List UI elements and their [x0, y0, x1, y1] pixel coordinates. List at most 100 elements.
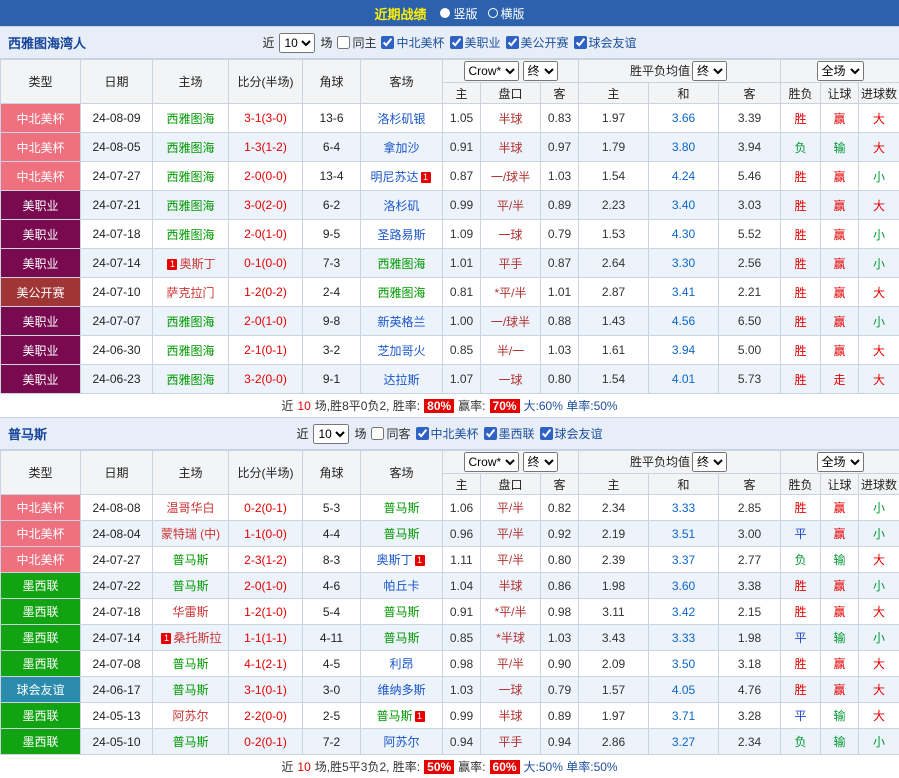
- home-team[interactable]: 西雅图海: [153, 220, 229, 249]
- league-filter-checkbox[interactable]: 中北美杯: [416, 425, 479, 442]
- handicap-stage-select[interactable]: 终: [523, 61, 558, 81]
- away-team[interactable]: 奥斯丁1: [361, 547, 443, 573]
- avg-odds-controls: 胜平负均值终: [579, 60, 781, 83]
- away-team[interactable]: 洛杉矶: [361, 191, 443, 220]
- handicap-rate-label: 赢率:: [458, 397, 485, 414]
- match-row: 中北美杯 24-07-27 西雅图海 2-0(0-0) 13-4 明尼苏达1 0…: [1, 162, 899, 191]
- checkbox[interactable]: [506, 36, 519, 49]
- match-score: 4-1(2-1): [229, 651, 303, 677]
- league-filter-checkbox[interactable]: 球会友谊: [540, 425, 603, 442]
- result-wdl: 平: [781, 625, 821, 651]
- home-team[interactable]: 西雅图海: [153, 336, 229, 365]
- avg-stage-select[interactable]: 终: [692, 452, 727, 472]
- home-team[interactable]: 西雅图海: [153, 104, 229, 133]
- home-team[interactable]: 1奥斯丁: [153, 249, 229, 278]
- away-team[interactable]: 阿苏尔: [361, 729, 443, 755]
- home-team[interactable]: 温哥华白: [153, 495, 229, 521]
- col-header-avg-away: 客: [719, 474, 781, 495]
- home-team[interactable]: 萨克拉门: [153, 278, 229, 307]
- league-filter-checkbox[interactable]: 美职业: [450, 34, 501, 51]
- scope-select[interactable]: 全场: [817, 452, 864, 472]
- home-team[interactable]: 西雅图海: [153, 365, 229, 394]
- checkbox[interactable]: [540, 427, 553, 440]
- league-filter-checkbox[interactable]: 美公开赛: [506, 34, 569, 51]
- checkbox[interactable]: [371, 427, 384, 440]
- recent-count-select[interactable]: 10: [313, 424, 349, 444]
- away-team[interactable]: 明尼苏达1: [361, 162, 443, 191]
- home-team[interactable]: 蒙特瑞 (中): [153, 521, 229, 547]
- league-filter-checkbox[interactable]: 球会友谊: [574, 34, 637, 51]
- away-team[interactable]: 普马斯: [361, 625, 443, 651]
- handicap-away-odds: 0.86: [541, 573, 579, 599]
- handicap-rate-label: 赢率:: [458, 758, 485, 775]
- away-team[interactable]: 普马斯: [361, 599, 443, 625]
- handicap-home-odds: 1.03: [443, 677, 481, 703]
- league-filter-checkbox[interactable]: 墨西联: [484, 425, 535, 442]
- away-team[interactable]: 西雅图海: [361, 249, 443, 278]
- col-header-date: 日期: [81, 451, 153, 495]
- odds-company-select[interactable]: Crow*: [464, 61, 519, 81]
- avg-stage-select[interactable]: 终: [692, 61, 727, 81]
- away-team[interactable]: 圣路易斯: [361, 220, 443, 249]
- away-team[interactable]: 帕丘卡: [361, 573, 443, 599]
- odds-company-select[interactable]: Crow*: [464, 452, 519, 472]
- away-team[interactable]: 新英格兰: [361, 307, 443, 336]
- same-venue-checkbox[interactable]: 同主: [337, 34, 376, 51]
- layout-radio-horizontal[interactable]: 横版: [488, 5, 525, 22]
- home-team[interactable]: 1桑托斯拉: [153, 625, 229, 651]
- handicap-stage-select[interactable]: 终: [523, 452, 558, 472]
- match-row: 美公开赛 24-07-10 萨克拉门 1-2(0-2) 2-4 西雅图海 0.8…: [1, 278, 899, 307]
- avg-home-odds: 2.64: [579, 249, 649, 278]
- checkbox[interactable]: [381, 36, 394, 49]
- col-header-score: 比分(半场): [229, 451, 303, 495]
- handicap-away-odds: 0.90: [541, 651, 579, 677]
- handicap-line: 一球: [481, 365, 541, 394]
- radio-label-horizontal: 横版: [501, 5, 525, 22]
- avg-away-odds: 5.52: [719, 220, 781, 249]
- checkbox[interactable]: [337, 36, 350, 49]
- result-wdl: 胜: [781, 307, 821, 336]
- away-team[interactable]: 洛杉矶银: [361, 104, 443, 133]
- avg-home-odds: 2.09: [579, 651, 649, 677]
- league-badge: 墨西联: [1, 703, 81, 729]
- away-team[interactable]: 普马斯1: [361, 703, 443, 729]
- home-team[interactable]: 普马斯: [153, 573, 229, 599]
- match-row: 墨西联 24-07-14 1桑托斯拉 1-1(1-1) 4-11 普马斯 0.8…: [1, 625, 899, 651]
- home-team[interactable]: 普马斯: [153, 677, 229, 703]
- home-team[interactable]: 华雷斯: [153, 599, 229, 625]
- away-team[interactable]: 维纳多斯: [361, 677, 443, 703]
- home-team[interactable]: 普马斯: [153, 651, 229, 677]
- away-team[interactable]: 利昂: [361, 651, 443, 677]
- avg-draw-odds: 3.33: [649, 495, 719, 521]
- result-goals: 大: [859, 651, 899, 677]
- home-team[interactable]: 西雅图海: [153, 133, 229, 162]
- home-team[interactable]: 阿苏尔: [153, 703, 229, 729]
- avg-draw-odds: 4.24: [649, 162, 719, 191]
- league-badge: 墨西联: [1, 573, 81, 599]
- away-team[interactable]: 芝加哥火: [361, 336, 443, 365]
- away-team[interactable]: 普马斯: [361, 521, 443, 547]
- away-team[interactable]: 拿加沙: [361, 133, 443, 162]
- result-goals: 大: [859, 677, 899, 703]
- checkbox[interactable]: [450, 36, 463, 49]
- checkbox[interactable]: [416, 427, 429, 440]
- recent-count-select[interactable]: 10: [279, 33, 315, 53]
- checkbox[interactable]: [574, 36, 587, 49]
- handicap-away-odds: 0.80: [541, 365, 579, 394]
- league-filter-checkbox[interactable]: 中北美杯: [381, 34, 444, 51]
- checkbox[interactable]: [484, 427, 497, 440]
- away-team[interactable]: 达拉斯: [361, 365, 443, 394]
- result-handicap: 赢: [821, 599, 859, 625]
- layout-radio-vertical[interactable]: 竖版: [440, 5, 477, 22]
- scope-select[interactable]: 全场: [817, 61, 864, 81]
- home-team[interactable]: 西雅图海: [153, 307, 229, 336]
- home-team[interactable]: 普马斯: [153, 547, 229, 573]
- away-team[interactable]: 普马斯: [361, 495, 443, 521]
- checkbox-label: 中北美杯: [396, 34, 444, 51]
- away-team[interactable]: 西雅图海: [361, 278, 443, 307]
- same-venue-checkbox[interactable]: 同客: [371, 425, 410, 442]
- home-team-name: 普马斯: [172, 735, 208, 749]
- home-team[interactable]: 西雅图海: [153, 162, 229, 191]
- home-team[interactable]: 普马斯: [153, 729, 229, 755]
- home-team[interactable]: 西雅图海: [153, 191, 229, 220]
